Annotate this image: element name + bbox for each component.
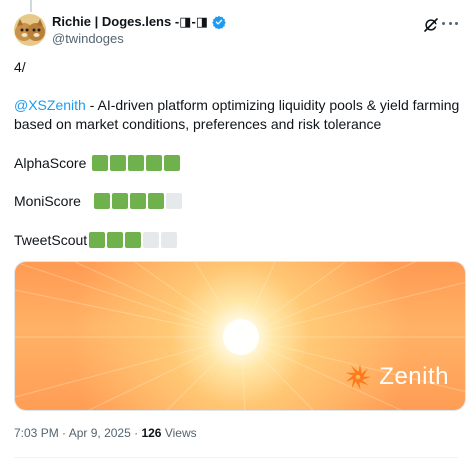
score-square-filled (128, 155, 144, 171)
zenith-mark-icon (345, 364, 372, 390)
score-square-filled (112, 193, 128, 209)
grok-icon[interactable] (422, 16, 440, 34)
score-squares (89, 232, 177, 248)
views-label: Views (164, 426, 197, 440)
score-square-empty (166, 193, 182, 209)
score-square-filled (164, 155, 180, 171)
meta-separator: · (134, 426, 139, 440)
more-options-icon[interactable] (442, 22, 458, 26)
mention-link[interactable]: @XSZenith (14, 97, 86, 113)
avatar[interactable] (14, 14, 46, 46)
score-row-moniscore: MoniScore (14, 191, 182, 211)
score-square-filled (146, 155, 162, 171)
score-square-filled (125, 232, 141, 248)
meta-separator: · (62, 426, 67, 440)
author-handle[interactable]: @twindoges (52, 31, 226, 47)
score-square-filled (130, 193, 146, 209)
score-square-filled (148, 193, 164, 209)
score-square-filled (92, 155, 108, 171)
tweet-meta: 7:03 PM · Apr 9, 2025 · 126 Views (14, 426, 197, 441)
score-label: TweetScout (14, 232, 88, 248)
score-row-alphascore: AlphaScore (14, 153, 180, 173)
brand-name: Zenith (379, 363, 449, 390)
verified-badge-icon (212, 15, 226, 29)
score-square-filled (110, 155, 126, 171)
tweet-header: Richie | Doges.lens -◨-◨ @twindoges (14, 14, 458, 48)
score-squares (92, 155, 180, 171)
author-names: Richie | Doges.lens -◨-◨ @twindoges (52, 14, 226, 47)
score-square-filled (89, 232, 105, 248)
thread-connector-line (30, 0, 32, 12)
score-square-filled (107, 232, 123, 248)
media-card-image[interactable]: Zenith (14, 261, 466, 411)
divider (14, 457, 458, 458)
author-display-name[interactable]: Richie | Doges.lens -◨-◨ (52, 14, 208, 30)
score-label: MoniScore (14, 193, 81, 209)
tweet-date[interactable]: Apr 9, 2025 (69, 426, 131, 440)
views-count: 126 (141, 426, 162, 440)
score-row-tweetscout: TweetScout (14, 230, 177, 250)
score-square-empty (161, 232, 177, 248)
tweet-thread-number: 4/ (14, 59, 26, 75)
score-square-filled (94, 193, 110, 209)
tweet-time[interactable]: 7:03 PM (14, 426, 59, 440)
score-squares (94, 193, 182, 209)
tweet-text: @XSZenith - AI-driven platform optimizin… (14, 96, 460, 134)
score-label: AlphaScore (14, 155, 87, 171)
brand-logo: Zenith (343, 362, 449, 392)
score-square-empty (143, 232, 159, 248)
